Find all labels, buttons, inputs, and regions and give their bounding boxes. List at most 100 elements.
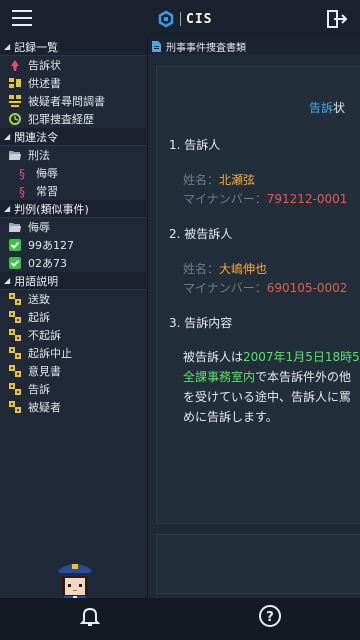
folder-open-icon [9, 223, 21, 232]
section-records-header[interactable]: ◢ 記録一覧 [0, 38, 147, 56]
accused-id: 690105-0002 [266, 281, 348, 295]
field-label: 姓名： [183, 262, 220, 276]
sidebar-item-term[interactable]: 被疑者 [0, 398, 147, 416]
sidebar: ◢ 記録一覧 告訴状 供述書 被疑者尋問調書 犯罪捜査経歴 ◢ 関連法令 刑法 … [0, 38, 148, 632]
sidebar-item-term[interactable]: 不起訴 [0, 326, 147, 344]
collapse-triangle-icon: ◢ [4, 204, 11, 213]
term-icon [9, 329, 21, 341]
document-title-rest: 状 [333, 101, 346, 115]
sidebar-item-term[interactable]: 起訴 [0, 308, 147, 326]
term-icon [9, 401, 21, 413]
field-label: 姓名： [183, 173, 220, 187]
section-symbol-icon: § [19, 167, 25, 180]
sidebar-item-label: 起訴中止 [28, 347, 72, 360]
sidebar-item-term[interactable]: 送致 [0, 290, 147, 308]
sidebar-item-label: 侮辱 [36, 167, 58, 180]
bottom-bar: ? [0, 598, 360, 640]
folder-label: 侮辱 [28, 221, 50, 234]
term-icon [9, 347, 21, 359]
document-tab[interactable]: 刑事事件捜査書類 [148, 38, 360, 54]
sidebar-item-term[interactable]: 起訴中止 [0, 344, 147, 362]
section-terms-header[interactable]: ◢ 用語説明 [0, 272, 147, 290]
help-icon[interactable]: ? [258, 604, 282, 628]
collapse-triangle-icon: ◢ [4, 276, 11, 285]
app-logo: CIS [157, 9, 212, 29]
accused-name-field: 姓名：大嶋伸也 [183, 260, 267, 277]
sidebar-item-term[interactable]: 意見書 [0, 362, 147, 380]
svg-text:?: ? [266, 610, 274, 625]
svg-text:§: § [19, 167, 25, 180]
document-tab-label: 刑事事件捜査書類 [166, 42, 246, 54]
section-heading-content: 3. 告訴内容 [169, 316, 233, 330]
sidebar-item-label: 不起訴 [28, 329, 61, 342]
sidebar-item-history[interactable]: 犯罪捜査経歴 [0, 110, 147, 128]
complaint-icon [11, 60, 19, 71]
logo-separator [180, 12, 181, 26]
collapse-triangle-icon: ◢ [4, 42, 11, 51]
sidebar-item-label: 送致 [28, 293, 50, 306]
folder-criminal-law[interactable]: 刑法 [0, 146, 147, 164]
section-symbol-icon: § [19, 185, 25, 198]
sidebar-item-label: 99あ127 [28, 239, 74, 252]
field-label: マイナンバー： [183, 192, 267, 206]
sidebar-item-label: 犯罪捜査経歴 [28, 113, 94, 126]
folder-open-icon [9, 151, 21, 160]
highlight-location[interactable]: 全課事務室内 [183, 370, 255, 384]
folder-label: 刑法 [28, 149, 50, 162]
sidebar-item-term[interactable]: 告訴 [0, 380, 147, 398]
checkbox-checked-icon [9, 239, 21, 251]
sidebar-item-label: 供述書 [28, 77, 61, 90]
document-title: 告訴状 [309, 99, 345, 116]
sidebar-item-interrogation[interactable]: 被疑者尋問調書 [0, 92, 147, 110]
sidebar-item-case[interactable]: 99あ127 [0, 236, 147, 254]
section-title: 関連法令 [14, 130, 59, 144]
interrogation-icon [9, 95, 21, 107]
top-bar: CIS [0, 0, 360, 38]
hamburger-menu-icon[interactable] [12, 10, 32, 28]
body-text-line: めに告訴します。 [183, 410, 278, 424]
sidebar-item-law[interactable]: § 常習 [0, 182, 147, 200]
sidebar-item-label: 常習 [36, 185, 58, 198]
sidebar-item-label: 告訴 [28, 383, 50, 396]
complainant-name-field: 姓名：北瀬弦 [183, 171, 255, 188]
bell-icon[interactable] [80, 606, 100, 628]
document-paper: 告訴状 1. 告訴人 姓名：北瀬弦 マイナンバー：791212-0001 2. … [156, 66, 360, 524]
history-icon [9, 113, 21, 125]
sidebar-item-label: 被疑者尋問調書 [28, 95, 105, 108]
term-icon [9, 383, 21, 395]
section-laws-header[interactable]: ◢ 関連法令 [0, 128, 147, 146]
document-panel: 刑事事件捜査書類 告訴状 1. 告訴人 姓名：北瀬弦 マイナンバー：791212… [148, 38, 360, 598]
body-text-segment: で本告訴件外の他 [255, 370, 352, 384]
accused-id-field: マイナンバー：690105-0002 [183, 279, 347, 296]
term-icon [9, 311, 21, 323]
sidebar-item-label: 意見書 [28, 365, 61, 378]
term-icon [9, 293, 21, 305]
accused-name: 大嶋伸也 [219, 262, 268, 276]
complainant-name: 北瀬弦 [219, 173, 256, 187]
sidebar-item-case[interactable]: 02あ73 [0, 254, 147, 272]
section-title: 記録一覧 [14, 40, 59, 54]
svg-text:§: § [19, 185, 25, 198]
document-paper-next [156, 534, 360, 594]
highlight-datetime[interactable]: 2007年1月5日18時5 [243, 350, 360, 364]
logo-mark-icon [158, 10, 174, 28]
document-title-highlight: 告訴 [309, 101, 334, 115]
collapse-triangle-icon: ◢ [4, 132, 11, 141]
complainant-id-field: マイナンバー：791212-0001 [183, 190, 347, 207]
logo-text: CIS [186, 11, 213, 27]
folder-insult[interactable]: 侮辱 [0, 218, 147, 236]
section-cases-header[interactable]: ◢ 判例(類似事件) [0, 200, 147, 218]
sidebar-item-law[interactable]: § 侮辱 [0, 164, 147, 182]
checkbox-checked-icon [9, 257, 21, 269]
complaint-body: 被告訴人は2007年1月5日18時5 全課事務室内で本告訴件外の他 を受けている… [183, 347, 360, 427]
section-title: 用語説明 [14, 274, 59, 288]
sidebar-item-label: 被疑者 [28, 401, 61, 414]
sidebar-item-statement[interactable]: 供述書 [0, 74, 147, 92]
sidebar-item-complaint[interactable]: 告訴状 [0, 56, 147, 74]
term-icon [9, 365, 21, 377]
complainant-id: 791212-0001 [266, 192, 348, 206]
sidebar-item-label: 起訴 [28, 311, 50, 324]
field-label: マイナンバー： [183, 281, 267, 295]
export-icon[interactable] [326, 9, 348, 29]
sidebar-item-label: 02あ73 [28, 257, 67, 270]
